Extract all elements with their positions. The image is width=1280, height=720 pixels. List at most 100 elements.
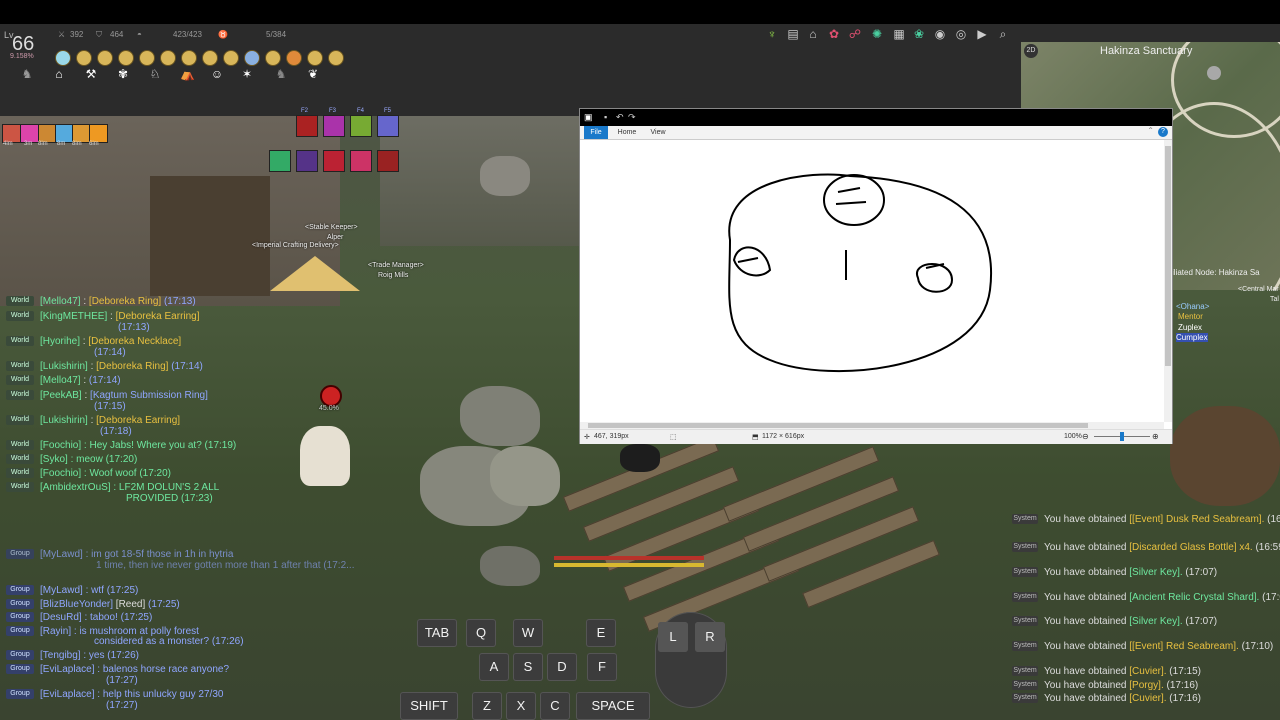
chat-user[interactable]: [Lukishirin] xyxy=(40,361,88,372)
key-space[interactable]: SPACE xyxy=(576,692,650,720)
buff-icon[interactable] xyxy=(139,50,155,66)
zoom-out-icon[interactable]: ⊖ xyxy=(1082,432,1089,441)
vertical-scrollbar[interactable] xyxy=(1164,140,1172,422)
help-icon[interactable]: ? xyxy=(1158,127,1168,137)
pet-icon[interactable]: ❀ xyxy=(912,27,926,41)
skill-slot[interactable] xyxy=(350,150,372,172)
skill-slot[interactable] xyxy=(377,150,399,172)
buff-icon[interactable] xyxy=(286,50,302,66)
chat-user[interactable]: [Tengibg] xyxy=(40,650,81,661)
deer-icon[interactable]: ♆ xyxy=(765,27,779,41)
key-s[interactable]: S xyxy=(513,653,543,681)
pickaxe-icon[interactable]: ⚒ xyxy=(84,68,98,80)
key-z[interactable]: Z xyxy=(472,692,502,720)
buff-icon[interactable] xyxy=(307,50,323,66)
chat-user[interactable]: [EviLaplace] xyxy=(40,664,94,675)
tab-home[interactable]: Home xyxy=(614,126,640,139)
system-item[interactable]: [Silver Key]. xyxy=(1129,616,1182,627)
zoom-in-icon[interactable]: ⊕ xyxy=(1152,432,1159,441)
buff-icon[interactable] xyxy=(160,50,176,66)
buff-icon[interactable] xyxy=(328,50,344,66)
chat-user[interactable]: [BlizBlueYonder] xyxy=(40,599,113,610)
search-icon[interactable]: ⌕ xyxy=(996,27,1010,41)
skill-slot[interactable] xyxy=(296,150,318,172)
event-icon[interactable]: ✿ xyxy=(827,27,841,41)
chat-user[interactable]: [AmbidextrOuS] xyxy=(40,482,111,493)
system-item[interactable]: [Porgy]. xyxy=(1129,680,1163,691)
buff-icon[interactable] xyxy=(202,50,218,66)
house-icon[interactable]: ⌂ xyxy=(806,27,820,41)
tab-view[interactable]: View xyxy=(646,126,670,139)
npc-character[interactable] xyxy=(300,426,350,486)
save-icon[interactable]: ▪ xyxy=(604,112,607,122)
key-d[interactable]: D xyxy=(547,653,577,681)
chat-user[interactable]: [KingMETHEE] xyxy=(40,311,107,322)
mouse-right-button[interactable]: R xyxy=(695,622,725,652)
horse-head-icon[interactable]: ♘ xyxy=(148,68,162,80)
chat-user[interactable]: [Foochio] xyxy=(40,440,81,451)
player-character[interactable] xyxy=(620,444,660,472)
buff-icon[interactable] xyxy=(244,50,260,66)
key-a[interactable]: A xyxy=(479,653,509,681)
skill-slot[interactable] xyxy=(269,150,291,172)
zoom-slider-thumb[interactable] xyxy=(1120,432,1124,441)
chat-user[interactable]: [Lukishirin] xyxy=(40,415,88,426)
paint-canvas[interactable] xyxy=(580,140,1164,422)
horizontal-scrollbar[interactable] xyxy=(580,422,1164,429)
chat-user[interactable]: [Foochio] xyxy=(40,468,81,479)
skill-slot[interactable] xyxy=(296,115,318,137)
system-item[interactable]: [Discarded Glass Bottle] x4. xyxy=(1129,542,1252,553)
skill-slot[interactable] xyxy=(377,115,399,137)
paw-icon[interactable]: ✾ xyxy=(116,68,130,80)
redo-icon[interactable]: ↷ xyxy=(628,112,636,123)
skill-slot[interactable] xyxy=(323,150,345,172)
minimap-mode-toggle[interactable]: 2D xyxy=(1024,44,1038,58)
party-icon[interactable]: ☺ xyxy=(210,68,224,80)
key-tab[interactable]: TAB xyxy=(417,619,457,647)
guild-icon[interactable]: ✺ xyxy=(870,27,884,41)
system-item[interactable]: [Ancient Relic Crystal Shard]. xyxy=(1129,592,1259,603)
mount-icon[interactable]: ♞ xyxy=(274,68,288,80)
skill-slot[interactable] xyxy=(350,115,372,137)
system-item[interactable]: [[Event] Red Seabream]. xyxy=(1129,641,1239,652)
help-icon[interactable]: ◎ xyxy=(954,27,968,41)
key-shift[interactable]: SHIFT xyxy=(400,692,458,720)
chat-user[interactable]: [Mello47] xyxy=(40,375,81,386)
chat-user[interactable]: [EviLaplace] xyxy=(40,689,94,700)
tent-icon[interactable]: ⛺ xyxy=(180,68,195,80)
chat-item[interactable]: [Deboreka Earring] xyxy=(96,415,180,426)
guild-icon[interactable]: ❦ xyxy=(306,68,320,80)
chat-user[interactable]: [Rayin] xyxy=(40,626,71,637)
buff-icon[interactable] xyxy=(223,50,239,66)
chat-user[interactable]: [PeekAB] xyxy=(40,390,82,401)
calendar-icon[interactable]: ▦ xyxy=(892,27,906,41)
undo-icon[interactable]: ↶ xyxy=(616,112,624,123)
buff-icon[interactable] xyxy=(76,50,92,66)
buff-icon[interactable] xyxy=(55,50,71,66)
chat-item[interactable]: [Deboreka Necklace] xyxy=(88,336,181,347)
mouse-left-button[interactable]: L xyxy=(658,622,688,652)
chat-item[interactable]: [Kagtum Submission Ring] xyxy=(90,390,208,401)
collapse-ribbon-icon[interactable]: ⌃ xyxy=(1147,126,1154,135)
key-q[interactable]: Q xyxy=(466,619,496,647)
buff-icon[interactable] xyxy=(97,50,113,66)
system-item[interactable]: [Cuvier]. xyxy=(1129,693,1166,704)
chat-item[interactable]: [Deboreka Ring] xyxy=(96,361,168,372)
horse-icon[interactable]: ♞ xyxy=(20,68,34,80)
network-icon[interactable]: ☍ xyxy=(848,27,862,41)
chat-user[interactable]: [MyLawd] xyxy=(40,585,83,596)
horizontal-scroll-thumb[interactable] xyxy=(588,423,1088,428)
globe-icon[interactable]: ◉ xyxy=(933,27,947,41)
chat-item[interactable]: [Deboreka Earring] xyxy=(116,311,200,322)
chat-item[interactable]: [Deboreka Ring] xyxy=(89,296,161,307)
buff-icon[interactable] xyxy=(118,50,134,66)
system-item[interactable]: [Cuvier]. xyxy=(1129,666,1166,677)
key-f[interactable]: F xyxy=(587,653,617,681)
paint-window[interactable]: ▣ ▪ ↶ ↷ File Home View ? ⌃ ✛ 467, 319px … xyxy=(580,109,1172,444)
chat-item[interactable]: [Reed] xyxy=(116,599,145,610)
chat-user[interactable]: [Hyorihe] xyxy=(40,336,80,347)
vertical-scroll-thumb[interactable] xyxy=(1165,146,1171,366)
play-icon[interactable]: ▶ xyxy=(975,27,989,41)
system-item[interactable]: [Silver Key]. xyxy=(1129,567,1182,578)
key-x[interactable]: X xyxy=(506,692,536,720)
